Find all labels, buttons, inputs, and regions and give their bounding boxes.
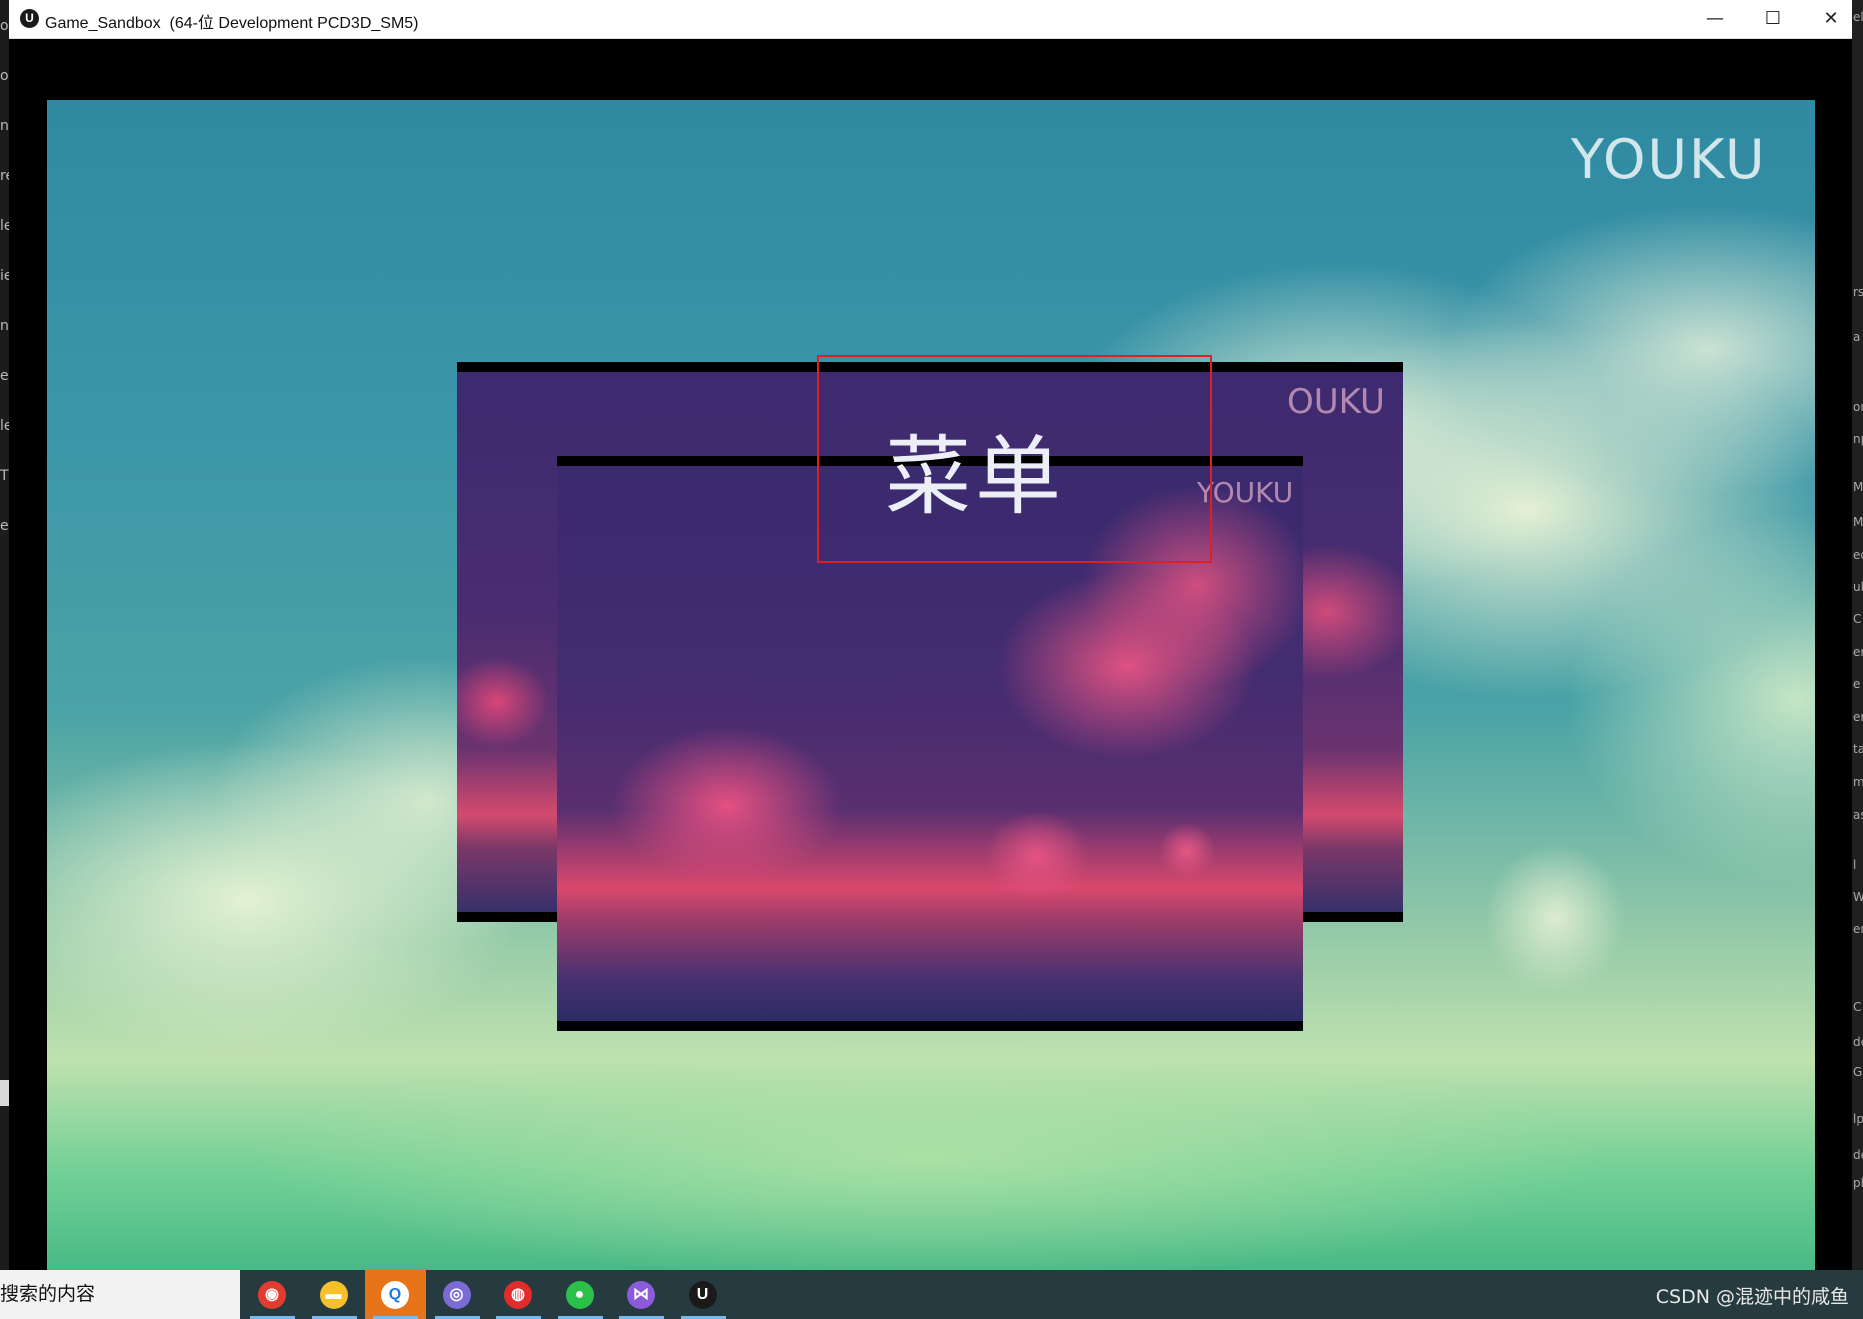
right-strip-text: ul [1853, 580, 1863, 594]
visual-studio-icon: ⋈ [627, 1281, 655, 1309]
right-strip-text: as [1853, 808, 1863, 822]
title-bar[interactable]: U Game_Sandbox (64-位 Development PCD3D_S… [9, 0, 1852, 39]
youku-watermark-back: OUKU [1287, 382, 1385, 422]
netease-music-taskbar-button[interactable]: ◍ [488, 1270, 549, 1319]
visual-studio-taskbar-button[interactable]: ⋈ [611, 1270, 672, 1319]
wechat-icon: ● [565, 1281, 594, 1309]
unreal-engine-icon: U [20, 9, 39, 28]
unreal-engine-icon: U [688, 1281, 717, 1309]
minimize-button[interactable]: — [1686, 0, 1744, 38]
right-strip-text: G [1853, 1065, 1863, 1079]
right-strip-text: er [1853, 922, 1863, 936]
csdn-watermark: CSDN @混迹中的咸鱼 [1655, 1286, 1849, 1308]
taskbar-search-box[interactable]: 搜索的内容 [0, 1270, 240, 1319]
right-strip-text: ph [1853, 1176, 1863, 1190]
netease-music-icon: ◍ [504, 1281, 532, 1309]
background-editor-right-strip: el rs a on np M Mc ed ul C er e er ta m … [1852, 0, 1863, 1270]
game-viewport[interactable]: YOUKU OUKU YOUKU 菜单 [47, 100, 1815, 1270]
right-strip-text: M [1853, 480, 1863, 494]
right-strip-text: de [1853, 1035, 1863, 1049]
right-strip-text: Mc [1853, 515, 1863, 529]
game-window: U Game_Sandbox (64-位 Development PCD3D_S… [9, 0, 1852, 1270]
right-strip-text: l [1853, 858, 1857, 872]
right-strip-text: ed [1853, 548, 1863, 562]
chrome-taskbar-button[interactable]: ◉ [242, 1270, 303, 1319]
file-explorer-taskbar-button[interactable]: ▬ [304, 1270, 365, 1319]
right-strip-text: er [1853, 645, 1863, 659]
file-explorer-icon: ▬ [319, 1281, 348, 1309]
search-app-icon: Q [381, 1281, 409, 1309]
windows-taskbar: 搜索的内容 CSDN @混迹中的咸鱼 ◉ ▬ Q ◎ ◍ ● ⋈ U [0, 1270, 1863, 1319]
right-strip-text: er [1853, 710, 1863, 724]
chrome-icon: ◉ [258, 1281, 286, 1309]
left-strip-text: n [0, 318, 9, 334]
right-strip-text: C [1853, 1000, 1862, 1014]
right-strip-text: W [1853, 890, 1863, 904]
right-strip-text: C [1853, 612, 1862, 626]
wechat-taskbar-button[interactable]: ● [550, 1270, 611, 1319]
app-purple-taskbar-button[interactable]: ◎ [427, 1270, 488, 1319]
youku-watermark: YOUKU [1571, 128, 1767, 191]
right-strip-text: lp [1853, 1112, 1863, 1126]
unreal-engine-taskbar-button[interactable]: U [673, 1270, 734, 1319]
right-strip-text: a [1853, 330, 1861, 344]
app-purple-icon: ◎ [442, 1281, 471, 1309]
menu-highlight-box [817, 355, 1212, 563]
right-strip-text: ta [1853, 742, 1863, 756]
close-button[interactable]: ✕ [1802, 0, 1860, 38]
right-strip-text: de [1853, 1148, 1863, 1162]
window-title: Game_Sandbox (64-位 Development PCD3D_SM5… [45, 15, 419, 32]
left-strip-text: e [0, 368, 9, 384]
right-strip-text: np [1853, 432, 1863, 446]
right-strip-text: rs [1853, 285, 1863, 299]
left-strip-text: T [0, 468, 9, 484]
right-strip-text: e [1853, 677, 1861, 691]
right-strip-text: on [1853, 400, 1863, 414]
maximize-button[interactable]: ☐ [1744, 0, 1802, 38]
search-app-taskbar-button[interactable]: Q [365, 1270, 426, 1319]
left-strip-text: e [0, 518, 9, 534]
right-strip-text: m [1853, 775, 1863, 789]
